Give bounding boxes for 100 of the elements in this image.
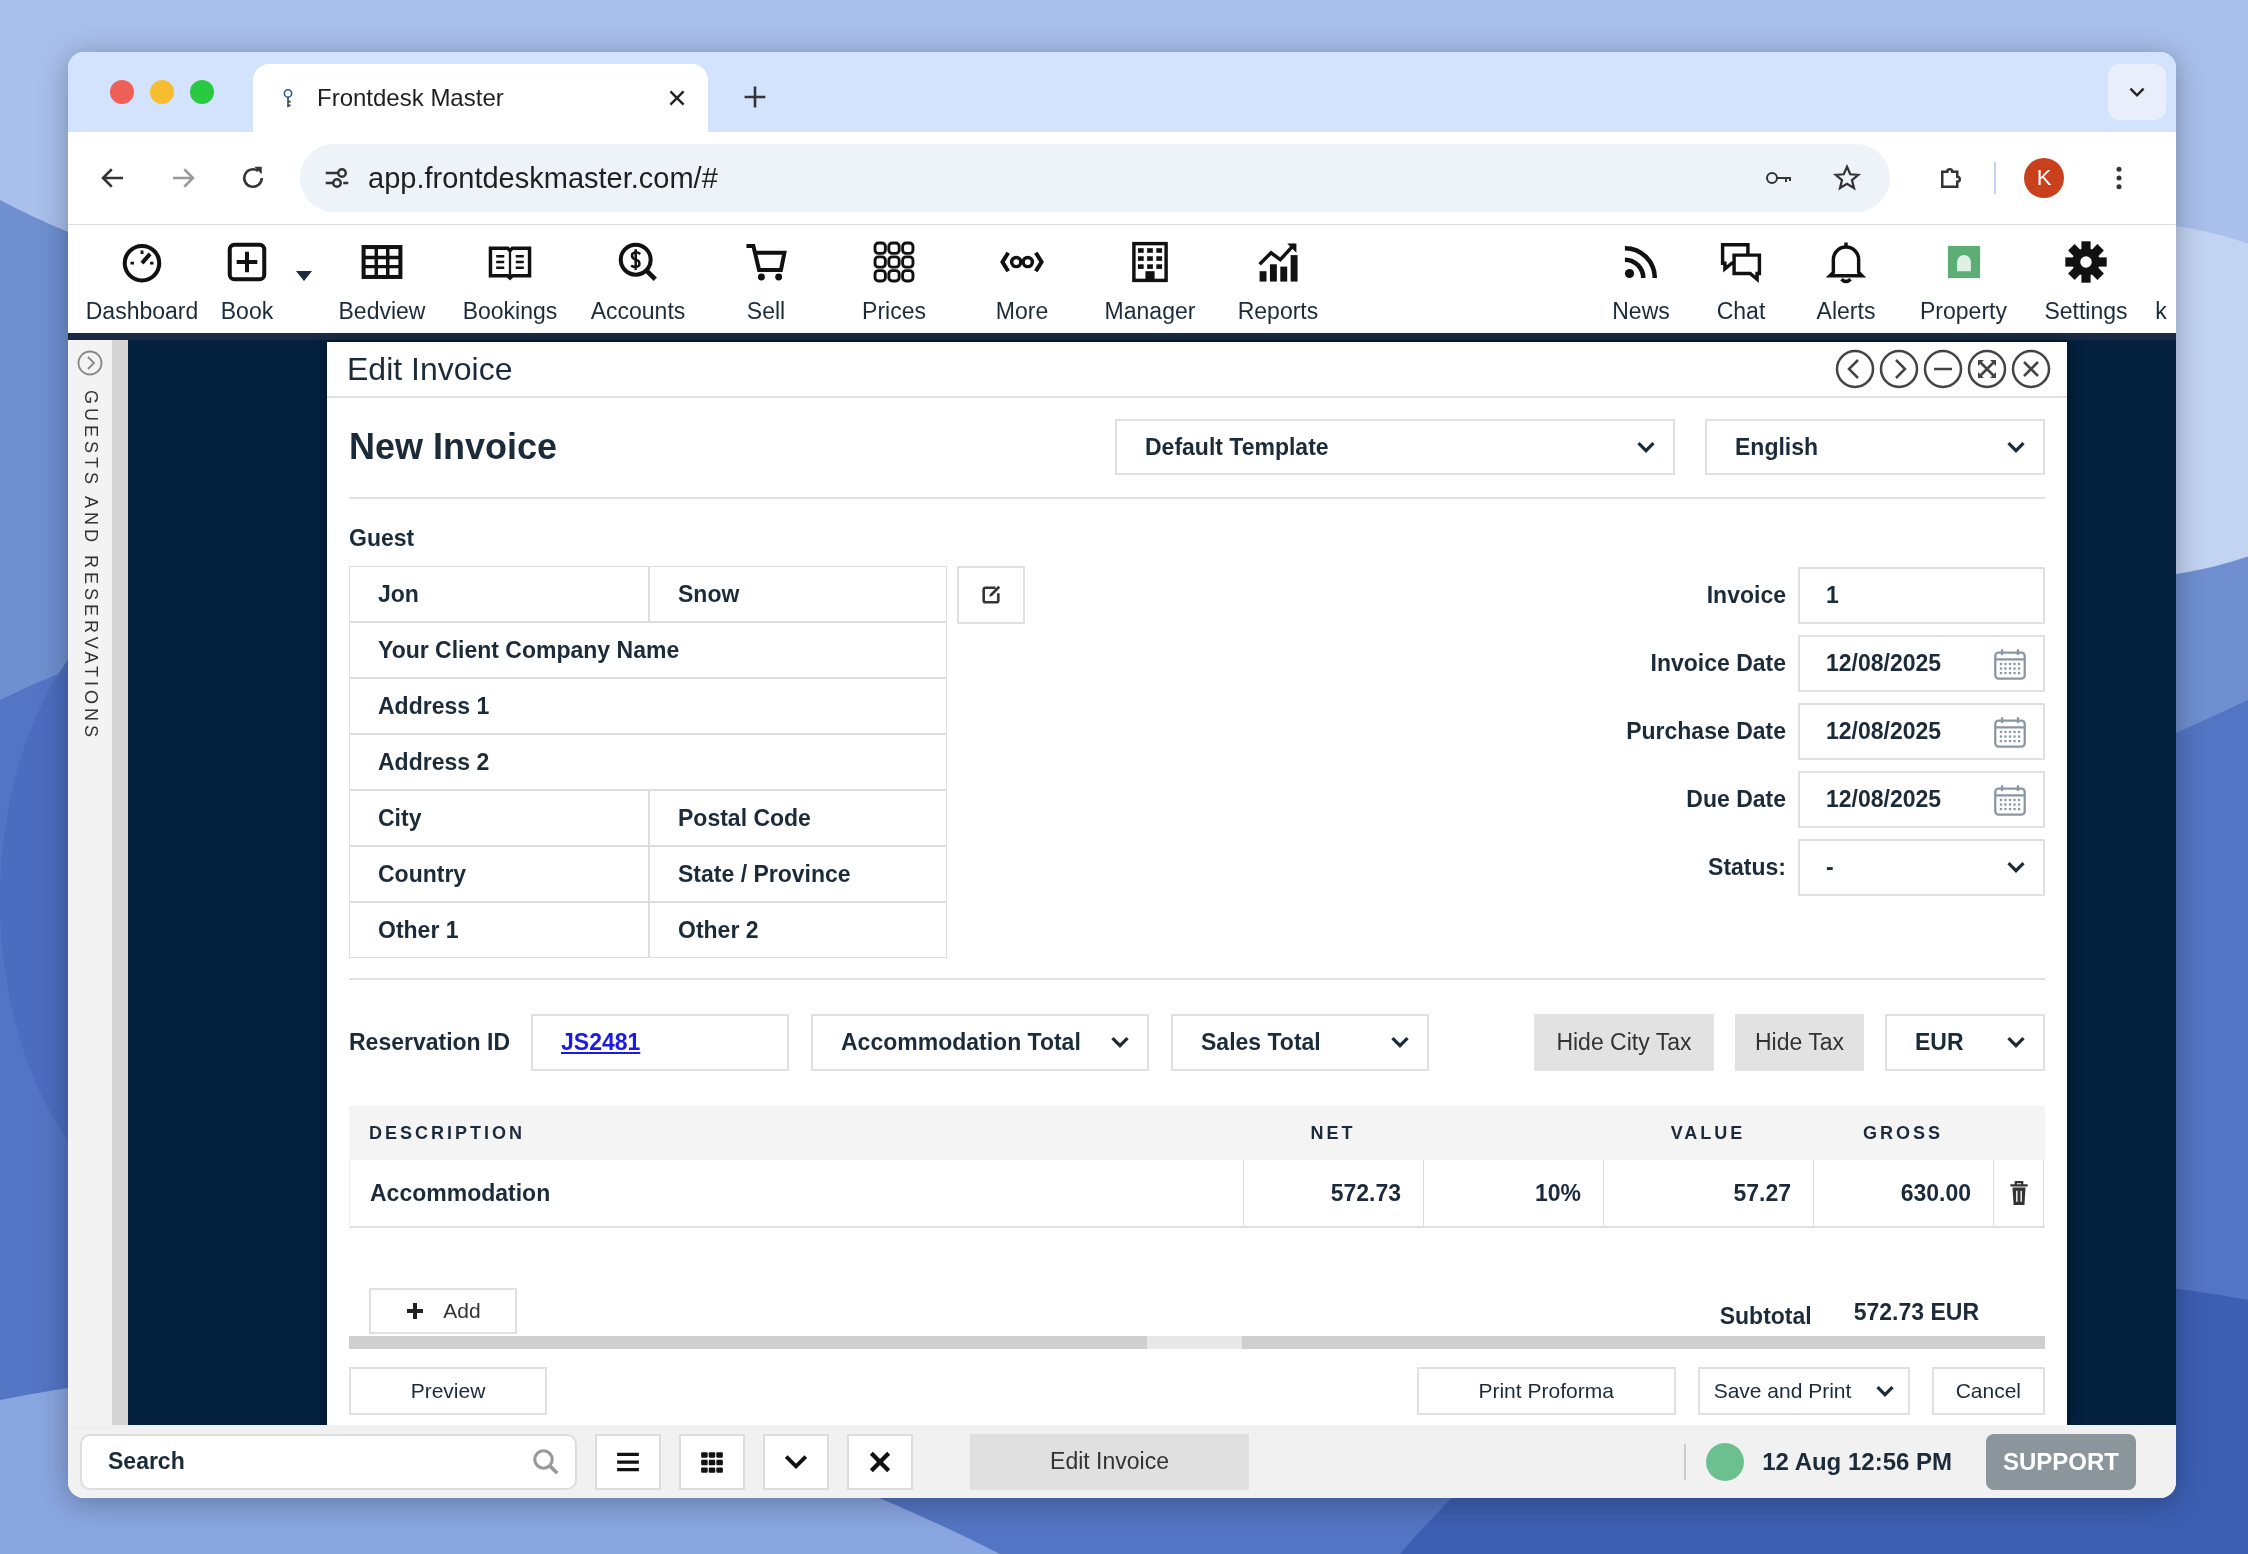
chevron-down-icon <box>2005 1035 2027 1050</box>
print-proforma-button[interactable]: Print Proforma <box>1416 1367 1676 1415</box>
expand-icon[interactable] <box>1967 349 2007 389</box>
close-icon[interactable] <box>2011 349 2051 389</box>
toolbar-item[interactable]: News <box>1591 225 1691 325</box>
address-field[interactable]: app.frontdeskmaster.com/# <box>300 144 1890 212</box>
close-all-button[interactable] <box>847 1433 913 1490</box>
bell-icon <box>1823 239 1869 285</box>
guest-field[interactable]: Other 1 <box>349 902 649 958</box>
table-cell: 572.73 <box>1244 1160 1424 1226</box>
toolbar-item[interactable]: Dashboard <box>82 225 202 325</box>
grid-button[interactable] <box>679 1433 745 1490</box>
toolbar-item[interactable]: k <box>2146 225 2176 325</box>
table-cell: 57.27 <box>1604 1160 1814 1226</box>
new-tab-icon[interactable] <box>742 84 768 110</box>
toolbar-item[interactable]: Settings <box>2026 225 2146 325</box>
toolbar-item[interactable]: More <box>958 225 1086 325</box>
currency-select[interactable]: EUR <box>1885 1014 2045 1071</box>
toolbar-item[interactable]: Property <box>1901 225 2026 325</box>
scrollbar[interactable] <box>349 1336 2045 1349</box>
add-button[interactable]: Add <box>369 1288 517 1334</box>
chevron-down-icon <box>1109 1035 1131 1050</box>
field-label: Status: <box>1707 854 1786 881</box>
reservation-link[interactable]: JS2481 <box>561 1029 641 1056</box>
tax-toggle-button[interactable]: Hide City Tax <box>1533 1014 1714 1071</box>
browser-tab[interactable]: Frontdesk Master <box>253 64 708 132</box>
trash-icon[interactable] <box>2007 1180 2030 1206</box>
field-label: Invoice <box>1705 582 1786 609</box>
invoice-heading: New Invoice <box>349 426 559 468</box>
close-window-button[interactable] <box>110 80 134 104</box>
chevron-down-icon <box>1635 439 1657 455</box>
status-dot <box>1706 1442 1745 1481</box>
date-field[interactable]: 12/08/2025 <box>1798 635 2045 692</box>
status-select[interactable]: - <box>1798 839 2045 896</box>
date-field[interactable]: 12/08/2025 <box>1798 771 2045 828</box>
column-header: VALUE <box>1669 1122 1747 1144</box>
toolbar-item[interactable]: Manager <box>1086 225 1214 325</box>
language-select[interactable]: English <box>1705 419 2045 475</box>
field-label: Due Date <box>1685 786 1786 813</box>
search-icon <box>531 1446 561 1477</box>
total-select[interactable]: Sales Total <box>1171 1014 1429 1071</box>
toolbar-item[interactable]: Accounts <box>574 225 702 325</box>
guest-field[interactable]: Your Client Company Name <box>349 622 947 678</box>
calendar-icon[interactable] <box>1993 714 2027 749</box>
guest-field[interactable]: Address 2 <box>349 734 947 790</box>
column-header: NET <box>1309 1122 1357 1144</box>
guest-field[interactable]: Address 1 <box>349 678 947 734</box>
sidebar-title[interactable]: GUESTS AND RESERVATIONS <box>79 390 101 742</box>
guest-field[interactable]: State / Province <box>649 846 947 902</box>
invoice-number-field[interactable]: 1 <box>1798 567 2045 624</box>
toolbar-item[interactable]: Alerts <box>1791 225 1901 325</box>
template-select[interactable]: Default Template <box>1115 419 1675 475</box>
edit-icon <box>980 584 1002 606</box>
toolbar-item[interactable]: Sell <box>702 225 830 325</box>
date-field[interactable]: 12/08/2025 <box>1798 703 2045 760</box>
cancel-button[interactable]: Cancel <box>1931 1367 2045 1415</box>
collapse-button[interactable] <box>763 1433 829 1490</box>
field-label: Purchase Date <box>1625 718 1786 745</box>
edit-button[interactable] <box>957 566 1025 624</box>
search-field[interactable]: Search <box>80 1433 577 1490</box>
column-header: GROSS <box>1862 1122 1944 1144</box>
dialog-title: Edit Invoice <box>347 350 514 388</box>
guest-field[interactable]: Postal Code <box>649 790 947 846</box>
toolbar-item[interactable]: Prices <box>830 225 958 325</box>
table-cell: 630.00 <box>1814 1160 1994 1226</box>
reservation-id-label: Reservation ID <box>349 1029 512 1056</box>
toolbar-item[interactable]: Bookings <box>446 225 574 325</box>
toolbar-item[interactable]: Chat <box>1691 225 1791 325</box>
preview-button[interactable]: Preview <box>349 1367 547 1415</box>
guest-label: Guest <box>349 525 416 552</box>
previous-icon[interactable] <box>1835 349 1875 389</box>
save-and-print-button[interactable]: Save and Print <box>1697 1367 1910 1415</box>
guest-field[interactable]: Other 2 <box>649 902 947 958</box>
next-icon[interactable] <box>1879 349 1919 389</box>
caret-icon[interactable] <box>294 269 314 283</box>
guest-field[interactable]: Country <box>349 846 649 902</box>
toolbar-item[interactable]: Bedview <box>318 225 446 325</box>
task-button[interactable]: Edit Invoice <box>970 1433 1249 1490</box>
total-select[interactable]: Accommodation Total <box>811 1014 1149 1071</box>
list-button[interactable] <box>595 1433 661 1490</box>
column-header: DESCRIPTION <box>368 1122 526 1144</box>
tax-toggle-button[interactable]: Hide Tax <box>1734 1014 1864 1071</box>
chevron-down-icon <box>1389 1035 1411 1050</box>
chevron-down-icon <box>2005 860 2027 875</box>
chevron-right-icon[interactable] <box>77 350 103 376</box>
guest-field[interactable]: City <box>349 790 649 846</box>
star-icon[interactable] <box>1832 163 1862 193</box>
calendar-icon[interactable] <box>1993 646 2027 681</box>
guest-field[interactable]: Jon <box>349 566 649 622</box>
guest-field[interactable]: Snow <box>649 566 947 622</box>
reservation-id-field[interactable]: JS2481 <box>531 1014 789 1071</box>
settings-icon <box>2063 239 2109 285</box>
toolbar-item[interactable]: Reports <box>1214 225 1342 325</box>
table-cell: 10% <box>1424 1160 1604 1226</box>
date-time: 12 Aug 12:56 PM <box>1762 1447 1952 1476</box>
field-label: Invoice Date <box>1649 650 1786 677</box>
toolbar-item[interactable]: Book <box>202 225 292 325</box>
minimize-icon[interactable] <box>1923 349 1963 389</box>
calendar-icon[interactable] <box>1993 782 2027 817</box>
profile-avatar[interactable]: K <box>2024 158 2064 198</box>
